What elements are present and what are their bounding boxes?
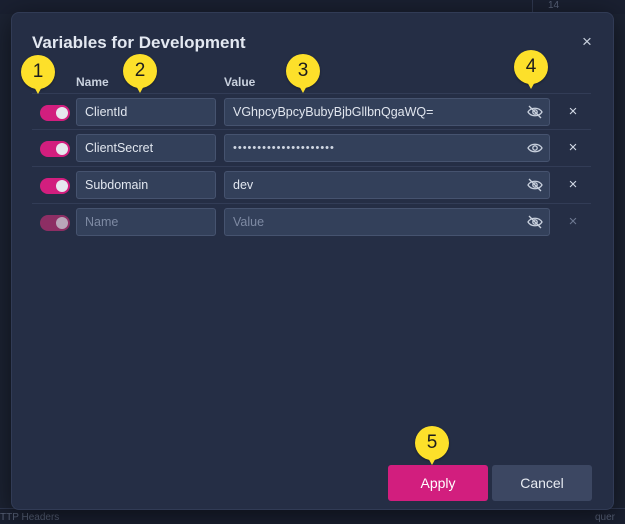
new-variable-name-input[interactable]: Name — [76, 208, 216, 236]
callout-badge-3: 3 — [286, 54, 320, 93]
callout-badge-2: 2 — [123, 54, 157, 93]
background-window-bottom: TTP Headers quer — [0, 508, 625, 524]
callout-badge-4: 4 — [514, 50, 548, 89]
toggle-knob — [56, 217, 68, 229]
variable-name-input[interactable]: ClientSecret — [76, 134, 216, 162]
variable-row: ClientId VGhpcyBpcyBubyBjbGllbnQgaWQ= × — [32, 93, 591, 130]
dialog-title: Variables for Development — [32, 33, 246, 52]
eye-icon[interactable] — [527, 141, 543, 155]
toggle-knob — [56, 180, 68, 192]
remove-variable-icon[interactable]: × — [564, 102, 582, 122]
variable-value-input[interactable]: ••••••••••••••••••••• — [224, 134, 550, 162]
remove-variable-icon[interactable]: × — [564, 175, 582, 195]
cancel-button[interactable]: Cancel — [492, 465, 592, 501]
variable-row: ClientSecret ••••••••••••••••••••• × — [32, 130, 591, 167]
enable-toggle[interactable] — [40, 178, 70, 194]
callout-badge-1: 1 — [21, 55, 55, 94]
variable-row: Subdomain dev × — [32, 167, 591, 204]
variable-value-text: VGhpcyBpcyBubyBjbGllbnQgaWQ= — [233, 105, 434, 119]
variable-value-text: ••••••••••••••••••••• — [233, 142, 335, 154]
remove-variable-icon[interactable]: × — [564, 212, 582, 232]
toggle-knob — [56, 107, 68, 119]
variable-name-input[interactable]: Subdomain — [76, 171, 216, 199]
background-right-label: quer — [594, 512, 615, 523]
toggle-knob — [56, 143, 68, 155]
close-dialog-icon[interactable]: × — [578, 33, 596, 51]
column-header-name: Name — [76, 75, 109, 89]
variable-value-input[interactable]: dev — [224, 171, 550, 199]
new-variable-value-input[interactable]: Value — [224, 208, 550, 236]
value-placeholder: Value — [233, 215, 265, 229]
column-header-value: Value — [224, 75, 256, 89]
variable-value-input[interactable]: VGhpcyBpcyBubyBjbGllbnQgaWQ= — [224, 98, 550, 126]
eye-off-icon[interactable] — [527, 105, 543, 119]
variable-name-input[interactable]: ClientId — [76, 98, 216, 126]
enable-toggle[interactable] — [40, 141, 70, 157]
variables-dialog: Variables for Development × Name Value C… — [11, 12, 614, 510]
callout-badge-5: 5 — [415, 426, 449, 465]
background-tab-label: TTP Headers — [0, 512, 60, 523]
eye-off-icon[interactable] — [527, 215, 543, 229]
enable-toggle[interactable] — [40, 105, 70, 121]
new-variable-row: Name Value × — [32, 204, 591, 241]
variable-value-text: dev — [233, 178, 254, 192]
eye-off-icon[interactable] — [527, 178, 543, 192]
remove-variable-icon[interactable]: × — [564, 138, 582, 158]
enable-toggle[interactable] — [40, 215, 70, 231]
apply-button[interactable]: Apply — [388, 465, 488, 501]
